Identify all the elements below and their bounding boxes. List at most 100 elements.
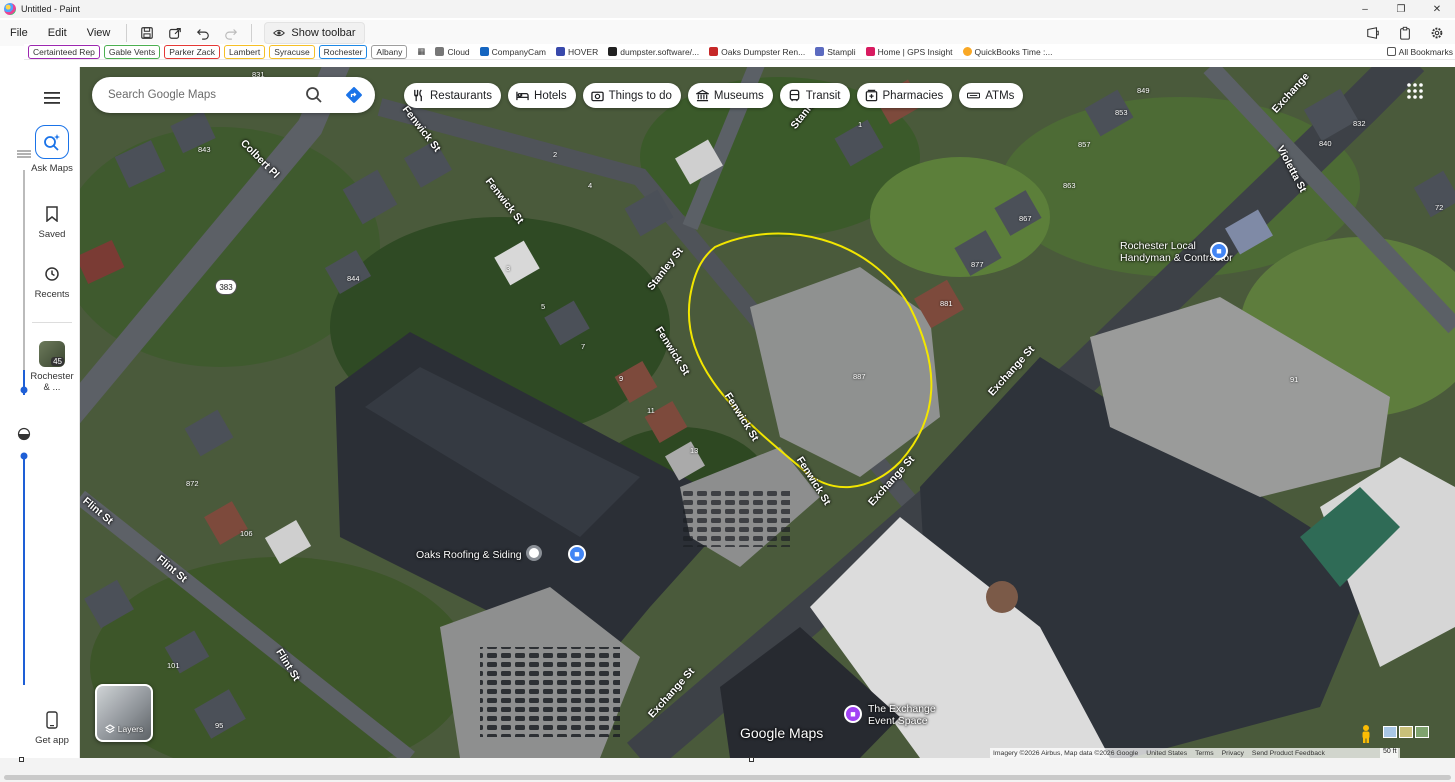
undo-icon[interactable] [189,21,217,45]
search-input[interactable] [108,89,298,101]
ask-maps-sparkle-icon [35,125,69,159]
canvas-resize-handle[interactable] [749,757,754,762]
bookmark-link[interactable]: QuickBooks Time :... [962,46,1053,57]
address-label: 849 [1137,86,1150,95]
chip-transit[interactable]: Transit [779,83,850,108]
stampli-icon [815,47,825,56]
companycam-icon [479,47,489,56]
bookmark-link[interactable]: Cloud [435,46,470,57]
save-icon[interactable] [133,21,161,45]
address-label: 2 [553,150,558,159]
map-thumbnail[interactable] [1383,726,1397,738]
layers-icon [104,724,115,734]
layers-stack-icon [17,150,31,158]
eye-icon [273,29,286,37]
bookmark-link-label: QuickBooks Time :... [974,46,1053,57]
bookmark-link[interactable]: Stampli [815,47,856,57]
imagery-thumbnails[interactable] [1383,726,1431,740]
show-toolbar-button[interactable]: Show toolbar [264,22,365,44]
menu-hamburger-button[interactable] [24,87,80,113]
attribution-bar: Imagery ©2026 Airbus, Map data ©2026 Goo… [990,748,1398,758]
chip-things-to-do[interactable]: Things to do [582,83,681,108]
chip-museums[interactable]: Museums [687,83,773,108]
pegman-icon[interactable] [1360,724,1372,744]
google-apps-grid-icon[interactable] [1406,82,1424,100]
address-label: 4 [588,181,593,190]
restaurant-icon [414,89,422,102]
address-label: 840 [1319,139,1332,148]
history-icon [41,263,63,285]
category-chips: Restaurants Hotels Things to do Museums … [404,83,1024,109]
address-label: 843 [198,145,211,154]
bookmark-chip[interactable]: Lambert [224,44,266,59]
chip-atms[interactable]: ATMs [959,83,1024,108]
chip-pharmacies[interactable]: Pharmacies [856,83,953,108]
maximize-button[interactable]: ❐ [1383,0,1419,18]
poi-exchange-event-space-label[interactable]: The Exchange Event Space [868,703,958,727]
address-label: 106 [240,529,253,538]
layers-button[interactable]: Layers [95,684,153,742]
directions-icon[interactable] [345,86,363,104]
terrain-thumbnail[interactable] [1399,726,1413,738]
show-toolbar-label: Show toolbar [291,27,356,39]
bookmark-chip[interactable]: Certainteed Rep [28,44,100,59]
bookmark-chip[interactable]: Syracuse [269,44,315,59]
address-label: 857 [1078,140,1091,149]
address-label: 1 [858,120,863,129]
quickbooks-icon [962,47,972,56]
search-icon[interactable] [305,86,323,104]
feedback-icon[interactable] [1359,21,1387,45]
settings-gear-icon[interactable] [1423,21,1451,45]
privacy-link[interactable]: Privacy [1222,750,1244,757]
place-pin-icon[interactable] [526,545,542,561]
all-bookmarks-link[interactable]: All Bookmarks [1386,47,1453,57]
layers-label-row: Layers [97,724,151,734]
chip-restaurants[interactable]: Restaurants [404,83,502,108]
satellite-map[interactable]: Fenwick St Fenwick St Fenwick St Fenwick… [80,67,1455,758]
business-pin-icon[interactable]: ■ [1210,242,1228,260]
search-box [92,77,375,113]
bookmark-link[interactable]: HOVER [556,47,598,57]
clipboard-icon[interactable] [1391,21,1419,45]
business-pin-icon[interactable]: ■ [568,545,586,563]
horizontal-scrollbar[interactable] [4,775,1451,780]
cloud-icon [435,47,445,56]
bookmark-chip[interactable]: Parker Zack [164,44,221,59]
chip-label: Museums [713,89,764,102]
canvas-resize-handle[interactable] [19,757,24,762]
get-app-button[interactable]: Get app [24,709,80,746]
slider-thumb[interactable] [20,452,28,460]
hotel-icon [516,91,529,101]
bookmark-link[interactable]: CompanyCam [479,47,546,57]
menu-view[interactable]: View [77,20,121,46]
menu-divider [251,24,253,42]
vertical-slider-strip [14,145,34,690]
address-label: 853 [1115,108,1128,117]
slider-thumb[interactable] [20,386,28,394]
satellite-thumbnail[interactable] [1415,726,1429,738]
address-label: 95 [215,721,224,730]
bookmark-link-label: Cloud [447,46,470,57]
bookmark-link[interactable]: dumpster.software/... [608,47,699,57]
feedback-link[interactable]: Send Product Feedback [1252,750,1325,757]
address-label: 5 [541,302,546,311]
bookmark-chip[interactable]: Gable Vents [103,44,161,59]
close-button[interactable]: ✕ [1419,0,1455,18]
bookmark-chip[interactable]: Albany [371,44,408,59]
poi-oaks-roofing-label[interactable]: Oaks Roofing & Siding [416,549,522,561]
bookmark-link[interactable]: Home | GPS Insight [865,47,953,57]
menu-edit[interactable]: Edit [38,20,77,46]
bookmark-apps-grid-icon[interactable]: ▦ [417,46,425,57]
bookmark-chip[interactable]: Rochester [318,44,368,59]
menu-file[interactable]: File [0,20,38,46]
terms-link[interactable]: Terms [1195,750,1214,757]
camera-icon [590,91,604,102]
bookmark-link[interactable]: Oaks Dumpster Ren... [709,47,805,57]
atm-icon [967,92,981,99]
chip-hotels[interactable]: Hotels [508,83,576,108]
event-venue-pin-icon[interactable]: ■ [844,705,862,723]
minimize-button[interactable]: – [1347,0,1383,18]
share-icon[interactable] [161,21,189,45]
window-controls: – ❐ ✕ [1347,0,1455,18]
scale-bar[interactable]: 50 ft [1380,748,1400,758]
